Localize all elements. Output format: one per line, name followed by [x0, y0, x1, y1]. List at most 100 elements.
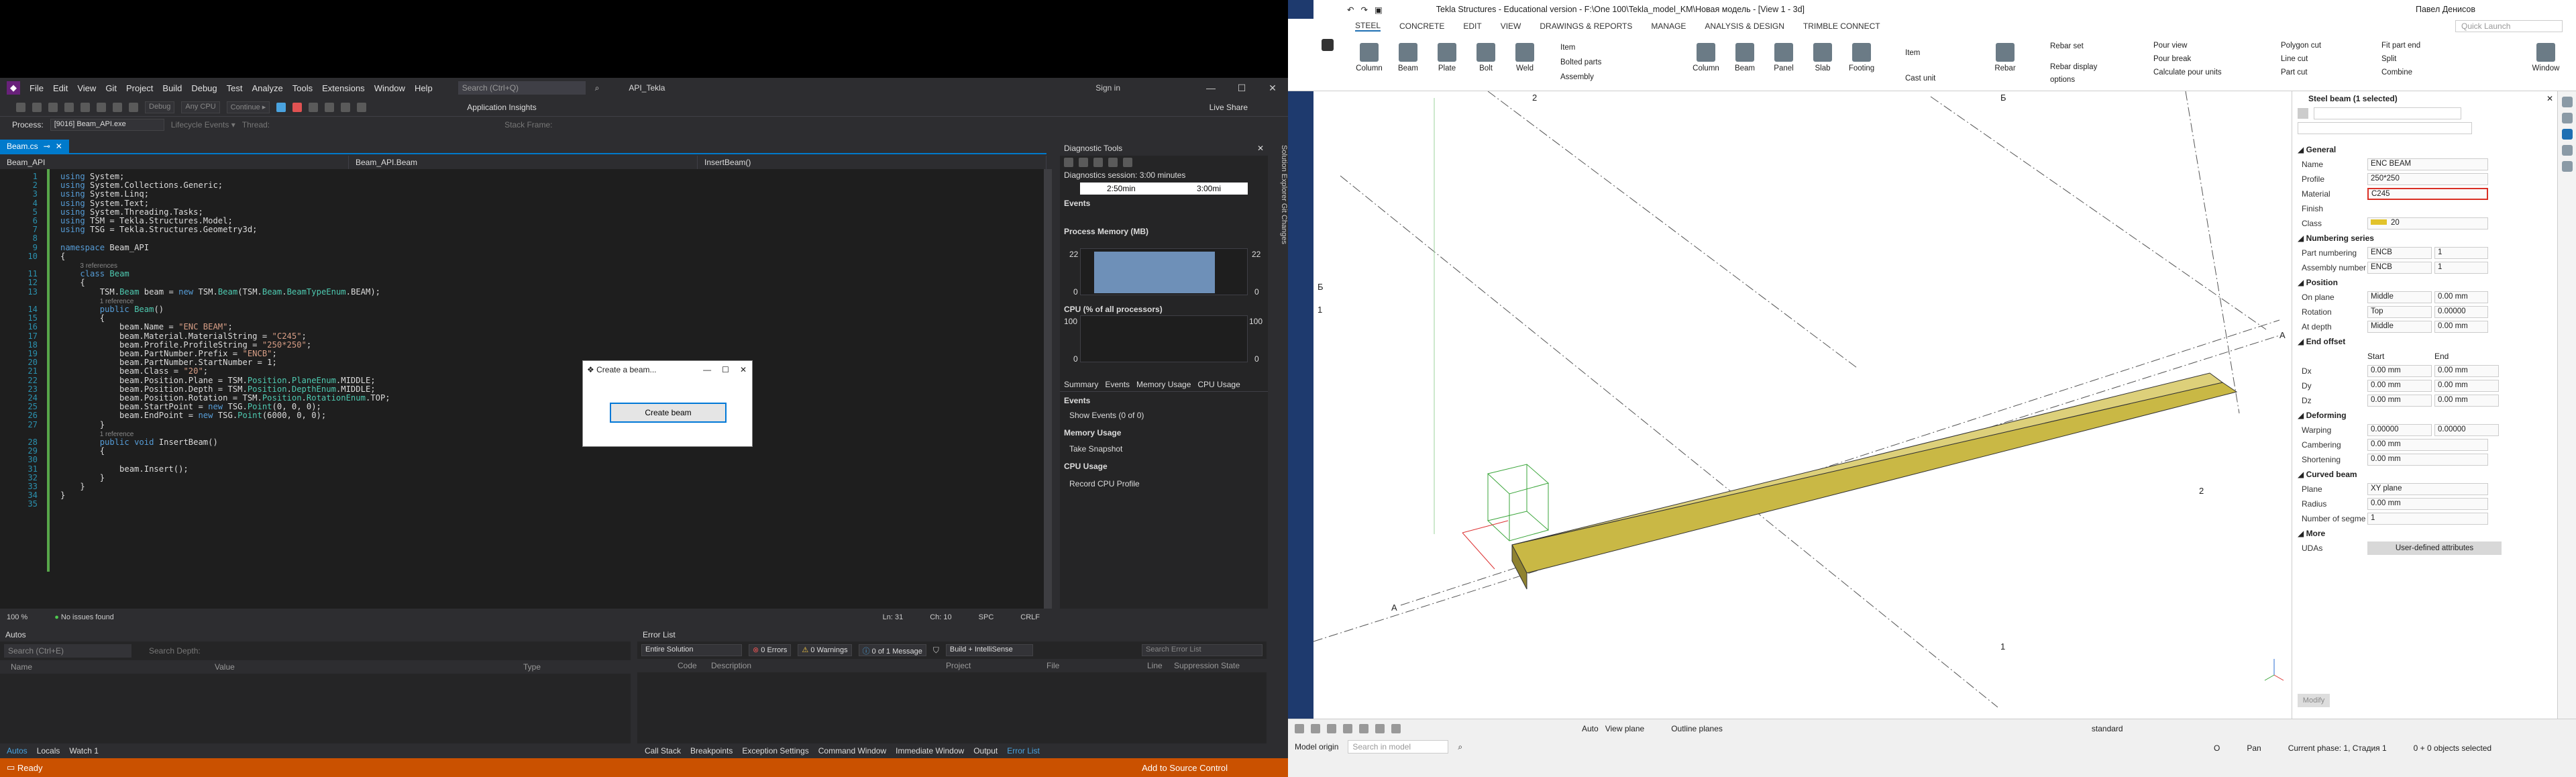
- weld-button[interactable]: Weld: [1508, 43, 1542, 72]
- pause-icon[interactable]: [276, 102, 286, 112]
- dz-start-field[interactable]: 0.00 mm: [2367, 395, 2432, 407]
- more-section[interactable]: ◢ More: [2292, 526, 2557, 541]
- back-icon[interactable]: [16, 102, 25, 112]
- current-phase[interactable]: Current phase: 1, Стадия 1: [2288, 743, 2387, 753]
- code-line[interactable]: 1 reference: [60, 296, 134, 305]
- code-line[interactable]: public void InsertBeam(): [60, 437, 218, 447]
- tab-memory-usage[interactable]: Memory Usage: [1136, 380, 1191, 389]
- part-prefix-field[interactable]: ENCB: [2367, 247, 2432, 259]
- tab-cpu-usage[interactable]: CPU Usage: [1197, 380, 1240, 389]
- beam-side-face[interactable]: [1511, 382, 2238, 574]
- pour-view-button[interactable]: Pour view: [2140, 39, 2222, 52]
- numbering-section[interactable]: ◢ Numbering series: [2292, 231, 2557, 246]
- shortening-field[interactable]: 0.00 mm: [2367, 454, 2488, 466]
- build-dropdown[interactable]: Build + IntelliSense: [945, 644, 1033, 656]
- class-dropdown[interactable]: Beam_API.Beam: [349, 156, 698, 169]
- auto-dropdown[interactable]: Auto: [1582, 724, 1599, 733]
- props-back-icon[interactable]: [2298, 108, 2308, 119]
- sign-in-link[interactable]: Sign in: [1095, 83, 1120, 93]
- model-origin-dropdown[interactable]: Model origin: [1295, 742, 1338, 752]
- code-line[interactable]: using System.Collections.Generic;: [60, 180, 223, 190]
- warping-start-field[interactable]: 0.00000: [2367, 424, 2432, 436]
- tab-trimble-connect[interactable]: TRIMBLE CONNECT: [1803, 21, 1880, 31]
- footing-button[interactable]: Footing: [1845, 43, 1878, 72]
- menu-git[interactable]: Git: [105, 83, 117, 93]
- at-depth-dropdown[interactable]: Middle: [2367, 321, 2432, 333]
- code-line[interactable]: using System;: [60, 172, 124, 181]
- member-dropdown[interactable]: InsertBeam(): [698, 156, 1046, 169]
- lifecycle-events[interactable]: Lifecycle Events ▾: [171, 120, 235, 130]
- save-icon[interactable]: [80, 102, 90, 112]
- position-section[interactable]: ◢ Position: [2292, 275, 2557, 290]
- bolt-button[interactable]: Bolt: [1469, 43, 1503, 72]
- rotation-angle-field[interactable]: 0.00000: [2434, 306, 2488, 318]
- quick-launch-input[interactable]: Quick Launch: [2455, 20, 2563, 32]
- save-all-icon[interactable]: [97, 102, 106, 112]
- deforming-section[interactable]: ◢ Deforming: [2292, 408, 2557, 423]
- snap-tool-2-icon[interactable]: [1311, 723, 1320, 733]
- code-line[interactable]: 3 references: [60, 260, 117, 270]
- menu-debug[interactable]: Debug: [191, 83, 217, 93]
- tab-drawings-reports[interactable]: DRAWINGS & REPORTS: [1540, 21, 1632, 31]
- app-insights-button[interactable]: Application Insights: [467, 103, 536, 112]
- undo-icon[interactable]: ↶: [1347, 5, 1354, 15]
- concrete-item-button[interactable]: Item: [1892, 40, 1935, 66]
- code-line[interactable]: beam.EndPoint = new TSG.Point(6000, 0, 0…: [60, 411, 326, 420]
- side-tool-tabs[interactable]: Solution Explorer Git Changes: [1269, 141, 1288, 609]
- curved-beam-section[interactable]: ◢ Curved beam: [2292, 467, 2557, 482]
- menu-edit[interactable]: Edit: [53, 83, 68, 93]
- create-beam-button[interactable]: Create beam: [610, 403, 727, 423]
- take-snapshot-button[interactable]: Take Snapshot: [1069, 444, 1122, 454]
- warnings-filter[interactable]: ⚠ 0 Warnings: [798, 644, 852, 656]
- menu-analyze[interactable]: Analyze: [252, 83, 282, 93]
- tab-locals[interactable]: Locals: [37, 746, 60, 756]
- zoom-out-icon[interactable]: [1108, 158, 1118, 167]
- assembly-start-field[interactable]: 1: [2434, 262, 2488, 274]
- cambering-field[interactable]: 0.00 mm: [2367, 439, 2488, 451]
- menu-file[interactable]: File: [30, 83, 44, 93]
- model-canvas[interactable]: 2 Б 1 A A 2 Б 1: [1313, 91, 2292, 719]
- item-button[interactable]: Item: [1550, 40, 1601, 55]
- part-start-field[interactable]: 1: [2434, 247, 2488, 259]
- props-filter-dropdown[interactable]: [2314, 107, 2461, 119]
- code-line[interactable]: beam.Position.Rotation = TSM.Position.Ro…: [60, 393, 390, 403]
- props-search-input[interactable]: [2298, 122, 2472, 134]
- standard-dropdown[interactable]: standard: [2092, 724, 2123, 733]
- code-line[interactable]: }: [60, 482, 85, 491]
- tab-breakpoints[interactable]: Breakpoints: [690, 746, 733, 756]
- code-line[interactable]: {: [60, 278, 85, 287]
- part-cut-button[interactable]: Part cut: [2267, 66, 2321, 79]
- messages-filter[interactable]: ⓘ 0 of 1 Message: [858, 644, 926, 656]
- profile-field[interactable]: 250*250: [2367, 173, 2488, 185]
- code-line[interactable]: beam.PartNumber.StartNumber = 1;: [60, 358, 277, 367]
- on-plane-offset-field[interactable]: 0.00 mm: [2434, 291, 2488, 303]
- plate-button[interactable]: Plate: [1430, 43, 1464, 72]
- plane-dropdown[interactable]: XY plane: [2367, 483, 2488, 495]
- select-tools-icon[interactable]: [1079, 158, 1088, 167]
- tab-concrete[interactable]: CONCRETE: [1399, 21, 1444, 31]
- menu-view[interactable]: View: [77, 83, 96, 93]
- code-line[interactable]: beam.Class = "20";: [60, 366, 208, 376]
- code-line[interactable]: using TSM = Tekla.Structures.Model;: [60, 216, 233, 225]
- slab-button[interactable]: Slab: [1806, 43, 1839, 72]
- segments-field[interactable]: 1: [2367, 513, 2488, 525]
- steel-beam-button[interactable]: Beam: [1391, 43, 1425, 72]
- save-icon[interactable]: ▣: [1375, 5, 1383, 15]
- vs-search-input[interactable]: Search (Ctrl+Q): [458, 81, 586, 95]
- window-button[interactable]: Window: [2529, 43, 2563, 72]
- assembly-prefix-field[interactable]: ENCB: [2367, 262, 2432, 274]
- snap-tool-4-icon[interactable]: [1343, 723, 1352, 733]
- code-line[interactable]: }: [60, 490, 65, 500]
- step-into-icon[interactable]: [341, 102, 351, 112]
- redo-icon[interactable]: [129, 102, 138, 112]
- menu-tools[interactable]: Tools: [292, 83, 313, 93]
- platform-dropdown[interactable]: Any CPU: [181, 101, 220, 113]
- side-tool-2-icon[interactable]: [2561, 113, 2573, 123]
- rebar-display-options-button[interactable]: Rebar display options: [2033, 61, 2106, 87]
- errors-filter[interactable]: ⊗ 0 Errors: [749, 644, 792, 656]
- tab-events[interactable]: Events: [1105, 380, 1130, 389]
- step-icon[interactable]: [325, 102, 335, 112]
- code-line[interactable]: beam.StartPoint = new TSG.Point(0, 0, 0)…: [60, 402, 321, 411]
- snap-tool-3-icon[interactable]: [1327, 723, 1336, 733]
- code-editor[interactable]: 1 using System; 2 using System.Collections.…: [0, 169, 1046, 609]
